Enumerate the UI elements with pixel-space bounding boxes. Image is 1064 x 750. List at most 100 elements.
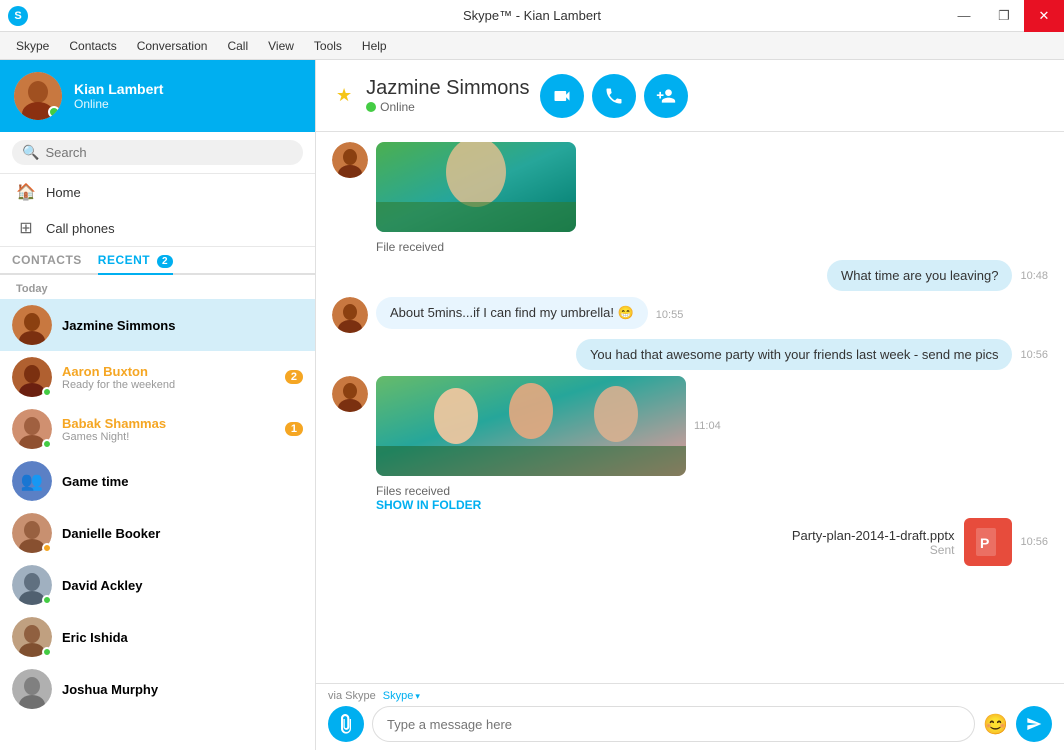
minimize-button[interactable]: — [944, 0, 984, 32]
avatar-david [12, 565, 52, 605]
user-avatar [14, 72, 62, 120]
paperclip-icon [336, 714, 356, 734]
date-header: Today [0, 275, 315, 299]
phone-icon [604, 86, 624, 106]
contact-info-babak: Babak Shammas Games Night! [62, 416, 275, 443]
msg-row-images: 11:04 [332, 376, 1048, 476]
add-person-icon [656, 86, 676, 106]
msg-row-file-received: File received [332, 238, 1048, 254]
profile-info: Kian Lambert Online [74, 81, 163, 111]
nav-home-label: Home [46, 185, 81, 200]
chat-status-dot [366, 102, 376, 112]
msg-image-container-top [376, 142, 576, 232]
skype-link[interactable]: Skype [383, 690, 414, 702]
contact-item-babak[interactable]: Babak Shammas Games Night! 1 [0, 403, 315, 455]
menu-call[interactable]: Call [219, 37, 256, 55]
voice-call-button[interactable] [592, 74, 636, 118]
menu-skype[interactable]: Skype [8, 37, 57, 55]
menu-help[interactable]: Help [354, 37, 395, 55]
msg-time-2: 10:55 [656, 309, 684, 321]
msg-row-image-top [332, 142, 1048, 232]
menubar: Skype Contacts Conversation Call View To… [0, 32, 1064, 60]
msg-avatar-jazmine-3 [332, 376, 368, 412]
search-input-wrap[interactable]: 🔍 [12, 140, 303, 165]
contact-name-game: Game time [62, 474, 303, 489]
msg-images-container [376, 376, 686, 476]
files-received-block: Files received SHOW IN FOLDER [376, 482, 481, 512]
msg-time-3: 10:56 [1020, 349, 1048, 361]
call-phones-icon: ⊞ [16, 218, 36, 238]
contact-item-joshua[interactable]: Joshua Murphy [0, 663, 315, 715]
message-input[interactable] [372, 706, 975, 742]
profile-header: Kian Lambert Online [0, 60, 315, 132]
restore-button[interactable]: ❐ [984, 0, 1024, 32]
app-body: Kian Lambert Online 🔍 🏠 Home ⊞ Call phon… [0, 60, 1064, 750]
menu-contacts[interactable]: Contacts [61, 37, 124, 55]
close-button[interactable]: ✕ [1024, 0, 1064, 32]
avatar-game: 👥 [12, 461, 52, 501]
nav-home[interactable]: 🏠 Home [0, 174, 315, 210]
contact-name-danielle: Danielle Booker [62, 526, 303, 541]
contact-item-eric[interactable]: Eric Ishida [0, 611, 315, 663]
file-received-label: File received [376, 240, 444, 254]
msg-row-file-attachment: 10:56 Party-plan-2014-1-draft.pptx Sent … [332, 518, 1048, 566]
msg-row-files-received: Files received SHOW IN FOLDER [332, 482, 1048, 512]
input-row: 😊 [328, 706, 1052, 742]
file-status: Sent [792, 543, 955, 557]
msg-bubble-1: What time are you leaving? [827, 260, 1013, 291]
recent-badge: 2 [157, 255, 173, 268]
nav-call-phones[interactable]: ⊞ Call phones [0, 210, 315, 246]
search-input[interactable] [45, 145, 293, 160]
contact-item-aaron[interactable]: Aaron Buxton Ready for the weekend 2 [0, 351, 315, 403]
file-attachment-info: Party-plan-2014-1-draft.pptx Sent [792, 528, 955, 557]
contact-item-jazmine[interactable]: Jazmine Simmons [0, 299, 315, 351]
menu-conversation[interactable]: Conversation [129, 37, 216, 55]
unread-badge-babak: 1 [285, 422, 303, 436]
show-in-folder-link[interactable]: SHOW IN FOLDER [376, 498, 481, 512]
contact-info-game: Game time [62, 474, 303, 489]
contact-name-david: David Ackley [62, 578, 303, 593]
chat-contact-name: Jazmine Simmons [366, 77, 529, 100]
msg-bubble-3: You had that awesome party with your fri… [576, 339, 1013, 370]
attach-button[interactable] [328, 706, 364, 742]
video-call-button[interactable] [540, 74, 584, 118]
contact-list: Today Jazmine Simmons [0, 275, 315, 750]
add-contact-button[interactable] [644, 74, 688, 118]
profile-status: Online [74, 97, 163, 111]
msg-time-images: 11:04 [694, 420, 721, 432]
search-icon: 🔍 [22, 144, 39, 161]
avatar-jazmine [12, 305, 52, 345]
contact-info-danielle: Danielle Booker [62, 526, 303, 541]
msg-row-outgoing-1: 10:48 What time are you leaving? [332, 260, 1048, 291]
send-button[interactable] [1016, 706, 1052, 742]
tab-contacts[interactable]: CONTACTS [12, 253, 82, 273]
titlebar: S Skype™ - Kian Lambert — ❐ ✕ [0, 0, 1064, 32]
msg-avatar-jazmine [332, 142, 368, 178]
contact-item-david[interactable]: David Ackley [0, 559, 315, 611]
chat-header: ★ Jazmine Simmons Online [316, 60, 1064, 132]
msg-time-1: 10:48 [1020, 270, 1048, 282]
favorite-star-icon: ★ [336, 85, 352, 106]
avatar-babak [12, 409, 52, 449]
status-dot-babak [42, 439, 52, 449]
avatar-joshua [12, 669, 52, 709]
files-received-label: Files received [376, 484, 481, 498]
menu-tools[interactable]: Tools [306, 37, 350, 55]
avatar-eric [12, 617, 52, 657]
svg-text:P: P [980, 535, 989, 551]
chat-input-area: via Skype Skype ▾ 😊 [316, 683, 1064, 750]
chat-actions [540, 74, 688, 118]
contact-name-babak: Babak Shammas [62, 416, 275, 431]
tab-recent[interactable]: RECENT 2 [98, 253, 173, 275]
chat-panel: ★ Jazmine Simmons Online [316, 60, 1064, 750]
send-icon [1026, 716, 1042, 732]
contact-info-eric: Eric Ishida [62, 630, 303, 645]
menu-view[interactable]: View [260, 37, 302, 55]
contact-info-aaron: Aaron Buxton Ready for the weekend [62, 364, 275, 391]
contact-item-game[interactable]: 👥 Game time [0, 455, 315, 507]
emoji-button[interactable]: 😊 [983, 712, 1008, 737]
chevron-down-icon: ▾ [415, 691, 420, 702]
contact-item-danielle[interactable]: Danielle Booker [0, 507, 315, 559]
nav-items: 🏠 Home ⊞ Call phones [0, 174, 315, 247]
contact-name-jazmine: Jazmine Simmons [62, 318, 303, 333]
